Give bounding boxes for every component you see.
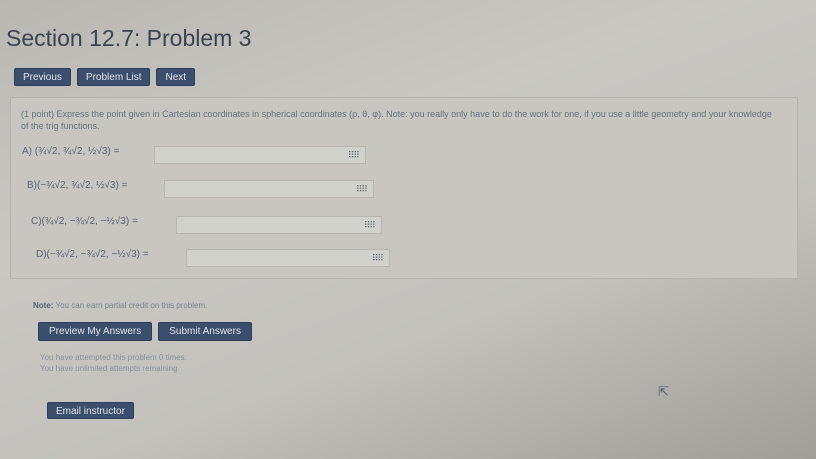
submit-answers-button[interactable]: Submit Answers (158, 322, 252, 341)
grid-icon[interactable]: ⠿⠿ (372, 253, 384, 264)
attempted-text: You have attempted this problem 0 times. (40, 353, 187, 362)
grid-icon[interactable]: ⠿⠿ (364, 220, 376, 231)
grid-icon[interactable]: ⠿⠿ (356, 184, 368, 195)
problem-list-button[interactable]: Problem List (76, 68, 151, 86)
part-c-row: C)(¾√2, −¾√2, −½√3) = (31, 216, 138, 227)
part-a-row: A) (¾√2, ¾√2, ½√3) = (22, 146, 119, 157)
note-text: You can earn partial credit on this prob… (55, 301, 208, 310)
grid-icon[interactable]: ⠿⠿ (348, 150, 360, 161)
page-title: Section 12.7: Problem 3 (6, 25, 252, 51)
part-d-label: D)(−¾√2, −¾√2, −½√3) = (36, 249, 149, 260)
part-c-label: C)(¾√2, −¾√2, −½√3) = (31, 216, 138, 227)
part-b-answer-input[interactable]: ⠿⠿ (164, 180, 374, 198)
answer-actions: Preview My Answers Submit Answers (38, 322, 252, 341)
note-label: Note: (33, 301, 54, 310)
problem-nav: Previous Problem List Next (14, 68, 196, 86)
previous-button[interactable]: Previous (14, 68, 71, 86)
mouse-cursor-icon: ⇱ (658, 384, 669, 399)
preview-answers-button[interactable]: Preview My Answers (38, 322, 153, 341)
part-d-row: D)(−¾√2, −¾√2, −½√3) = (36, 249, 149, 260)
part-d-answer-input[interactable]: ⠿⠿ (186, 249, 390, 267)
part-a-label: A) (¾√2, ¾√2, ½√3) = (22, 146, 120, 157)
email-instructor-button[interactable]: Email instructor (47, 402, 134, 419)
email-area: Email instructor (47, 401, 134, 419)
remaining-text: You have unlimited attempts remaining. (40, 364, 180, 373)
part-b-row: B)(−¾√2, ¾√2, ½√3) = (27, 180, 127, 191)
problem-statement: (1 point) Express the point given in Car… (21, 109, 772, 131)
part-a-answer-input[interactable]: ⠿⠿ (154, 146, 366, 164)
part-c-answer-input[interactable]: ⠿⠿ (176, 216, 382, 234)
next-button[interactable]: Next (156, 68, 196, 86)
partial-credit-note: Note: You can earn partial credit on thi… (33, 301, 207, 310)
part-b-label: B)(−¾√2, ¾√2, ½√3) = (27, 180, 128, 191)
attempt-status: You have attempted this problem 0 times.… (40, 352, 187, 374)
